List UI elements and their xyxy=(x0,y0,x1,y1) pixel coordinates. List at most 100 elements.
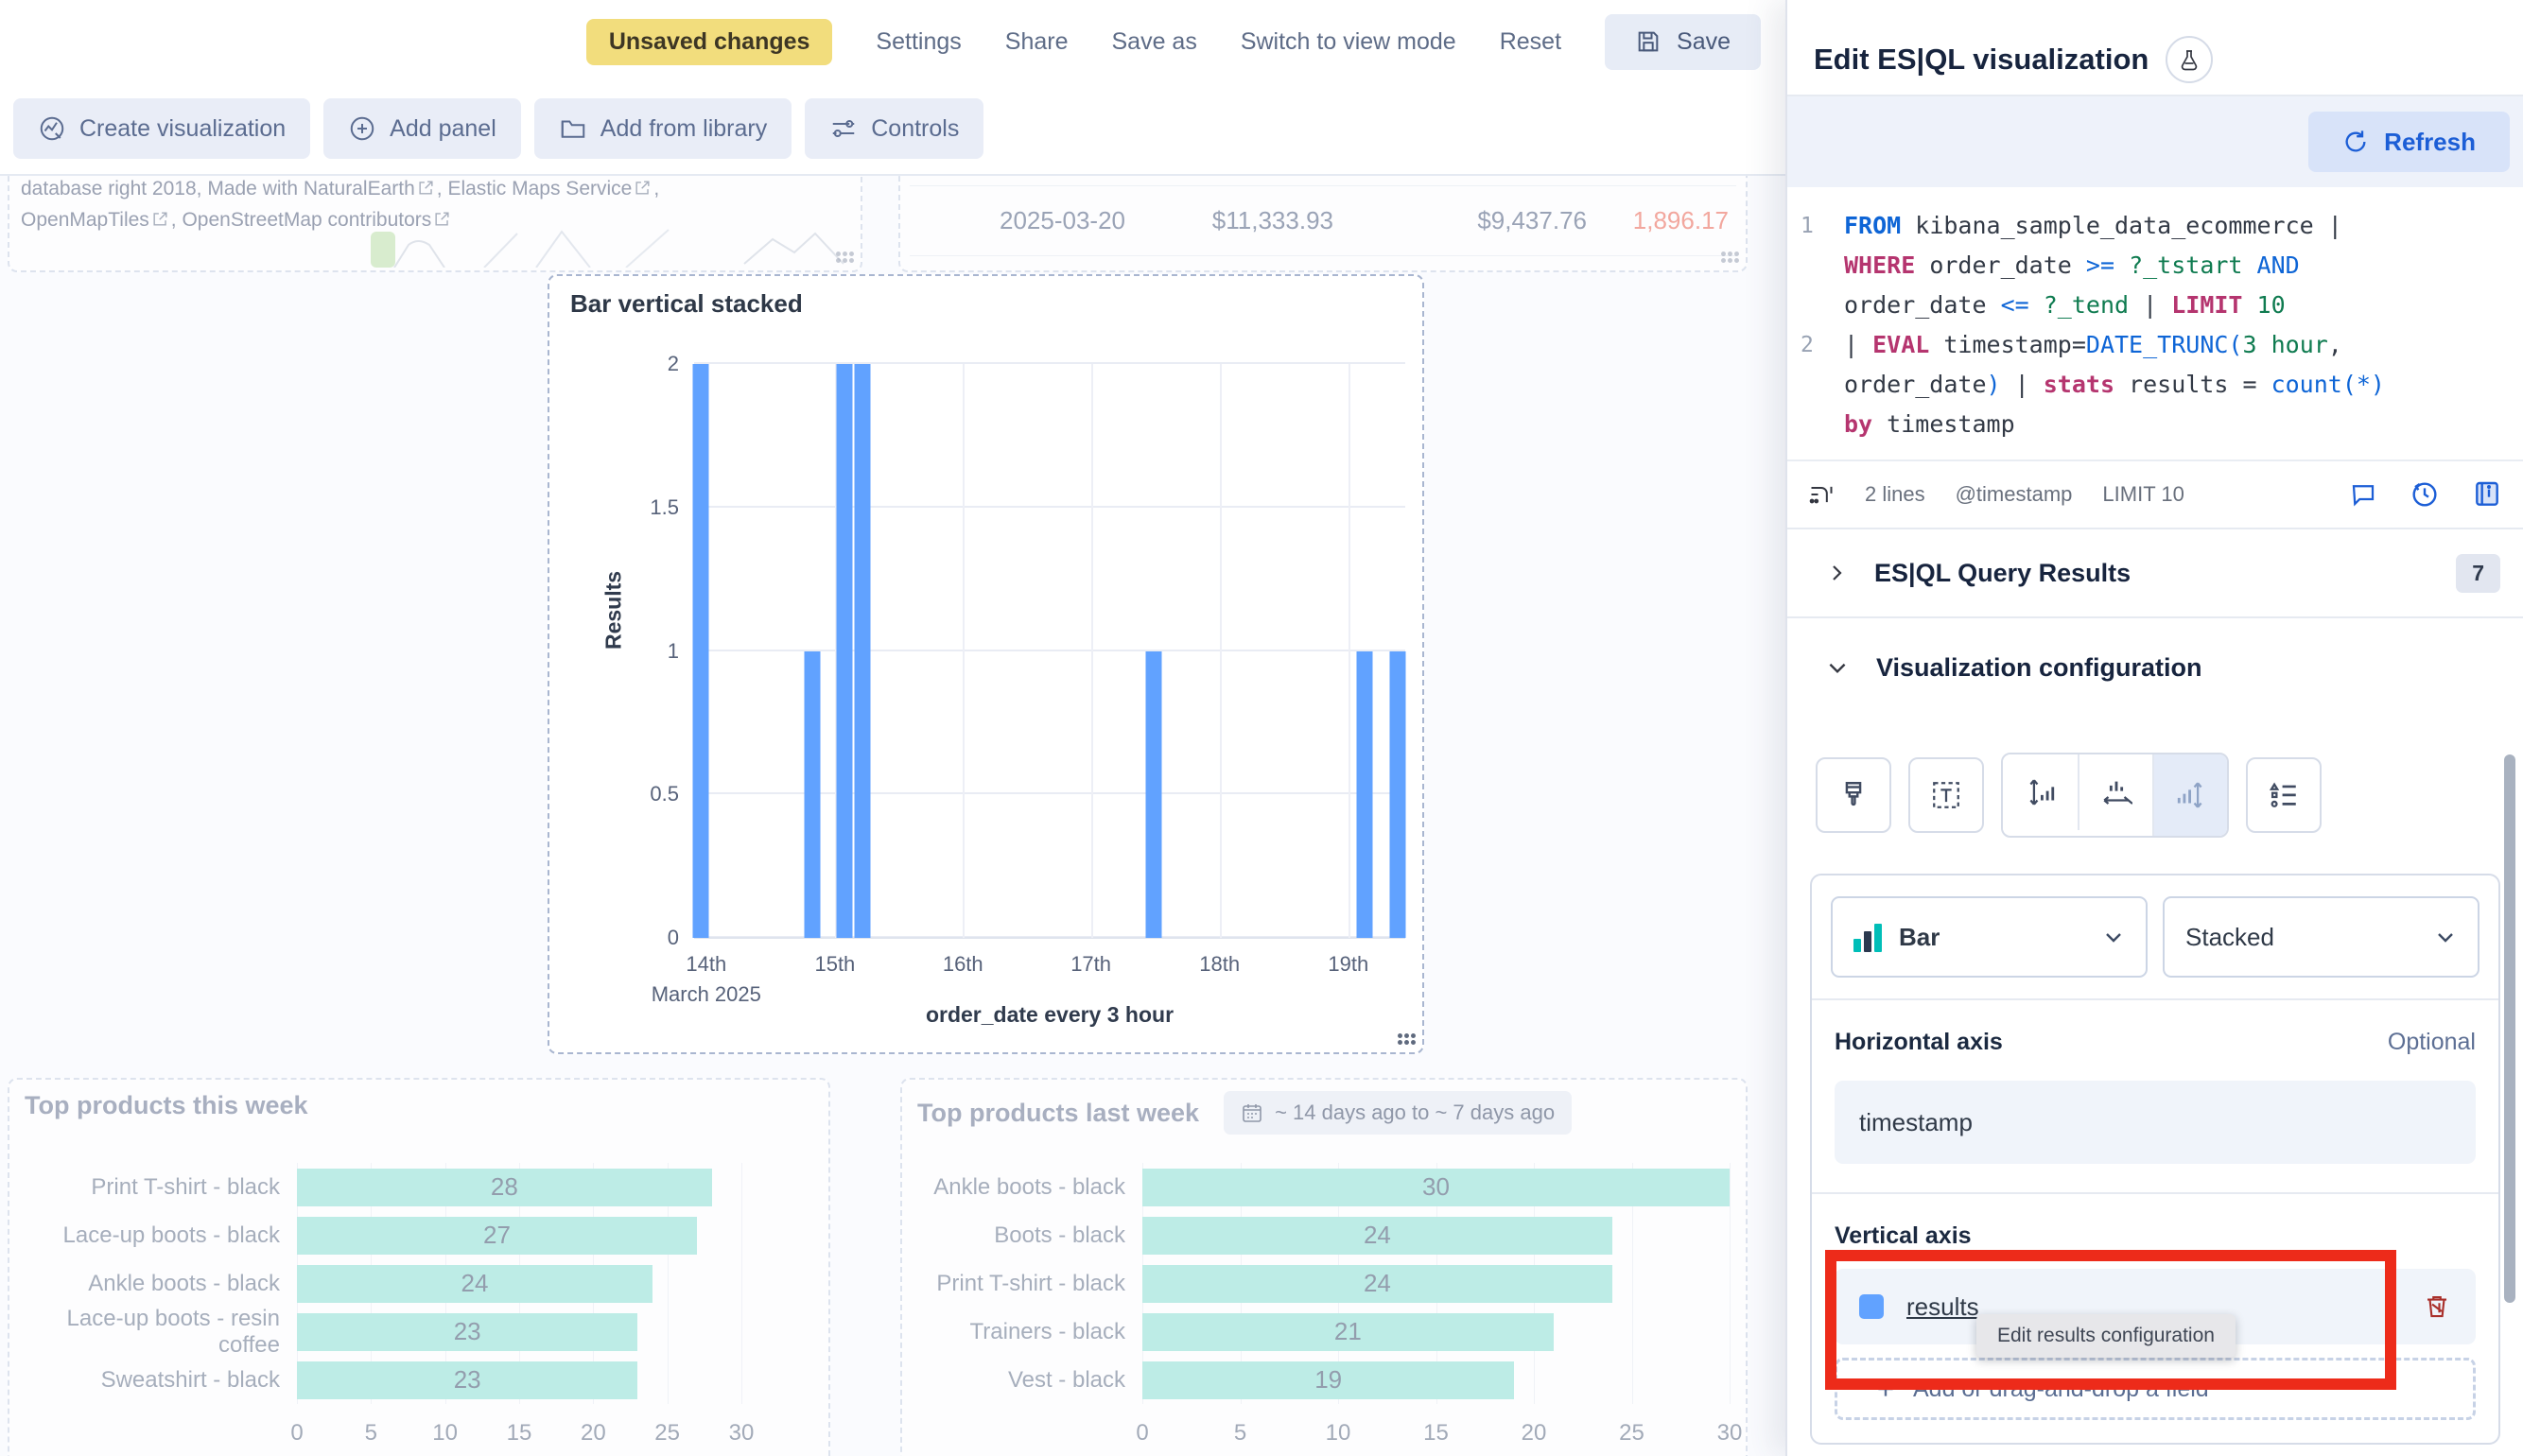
top-products-last-week-panel: Top products last week ~ 14 days ago to … xyxy=(900,1078,1748,1456)
bar-row: Trainers - black21 xyxy=(902,1308,1730,1356)
flyout-scrollbar-thumb[interactable] xyxy=(2504,754,2515,1303)
query-history-icon[interactable] xyxy=(2410,479,2440,510)
gridline xyxy=(963,364,965,938)
x-tick-label: 5 xyxy=(365,1420,377,1447)
titles-text-button[interactable] xyxy=(1908,757,1984,833)
value-label: 24 xyxy=(461,1269,489,1298)
x-tick-label: 30 xyxy=(729,1420,755,1447)
save-button[interactable]: Save xyxy=(1605,14,1761,70)
external-link-icon xyxy=(634,176,652,205)
bar: 24 xyxy=(1142,1265,1612,1303)
attribution-link[interactable]: OpenMapTiles xyxy=(21,209,149,231)
add-panel-icon xyxy=(348,114,376,143)
time-field: @timestamp xyxy=(1956,482,2073,507)
y-tick-label: 0 xyxy=(668,926,679,950)
gridline xyxy=(694,506,1405,508)
gridline xyxy=(694,650,1405,651)
add-field-button[interactable]: Add or drag-and-drop a field xyxy=(1835,1358,2476,1420)
code-line: by timestamp xyxy=(1801,405,2500,444)
panel-resize-handle[interactable] xyxy=(1397,1032,1416,1047)
value-label: 19 xyxy=(1314,1365,1342,1395)
attribution-text: database right 2018, xyxy=(21,178,207,199)
right-axis-icon xyxy=(2175,779,2207,811)
create-visualization-button[interactable]: Create visualization xyxy=(13,98,310,159)
text-style-icon xyxy=(1930,779,1962,811)
category-label: Boots - black xyxy=(902,1222,1142,1249)
category-label: Print T-shirt - black xyxy=(902,1271,1142,1297)
legend-icon xyxy=(2268,779,2300,811)
category-label: Ankle boots - black xyxy=(9,1271,297,1297)
map-preview xyxy=(342,226,861,268)
edit-esql-flyout: Edit ES|QL visualization Refresh 1FROM k… xyxy=(1785,0,2523,1456)
panel-title: Top products this week xyxy=(25,1091,308,1120)
bar-row: Lace-up boots - resin coffee23 xyxy=(9,1308,741,1356)
top-menu-item[interactable]: Reset xyxy=(1500,28,1561,56)
bar-row: Vest - black19 xyxy=(902,1356,1730,1404)
panel-resize-handle[interactable] xyxy=(835,251,854,265)
category-label: Lace-up boots - black xyxy=(9,1222,297,1249)
refresh-button[interactable]: Refresh xyxy=(2308,112,2510,172)
add-panel-button[interactable]: Add panel xyxy=(323,98,521,159)
line-count: 2 lines xyxy=(1865,482,1925,507)
appearance-brush-button[interactable] xyxy=(1816,757,1891,833)
x-tick-label: 15th xyxy=(814,949,855,979)
esql-query-editor[interactable]: 1FROM kibana_sample_data_ecommerce | WHE… xyxy=(1787,187,2523,459)
esql-icon xyxy=(1808,481,1835,508)
series-color-swatch xyxy=(1859,1294,1884,1319)
x-tick-label: 25 xyxy=(654,1420,680,1447)
value-label: 24 xyxy=(1364,1269,1391,1298)
add-from-library-button[interactable]: Add from library xyxy=(534,98,792,159)
top-menu-item[interactable]: Share xyxy=(1005,28,1069,56)
bar xyxy=(804,651,820,939)
panel-title: Top products last week xyxy=(917,1099,1199,1128)
stack-mode-select[interactable]: Stacked xyxy=(2163,896,2480,978)
x-tick-label: 18th xyxy=(1199,949,1240,979)
top-menu-item[interactable]: Settings xyxy=(876,28,961,56)
horizontal-axis-field[interactable]: timestamp xyxy=(1835,1081,2476,1164)
x-tick-label: 10 xyxy=(1326,1420,1351,1447)
flyout-title: Edit ES|QL visualization xyxy=(1814,43,2149,77)
esql-query-results-accordion[interactable]: ES|QL Query Results 7 xyxy=(1787,529,2523,616)
chevron-down-icon xyxy=(2434,926,2457,948)
results-field-link[interactable]: results xyxy=(1906,1292,1979,1322)
plus-icon xyxy=(1873,1377,1898,1401)
category-label: Ankle boots - black xyxy=(902,1174,1142,1201)
top-menu-item[interactable]: Save as xyxy=(1111,28,1196,56)
right-axis-button-selected[interactable] xyxy=(2152,754,2227,836)
editor-footer: 2 lines @timestamp LIMIT 10 xyxy=(1787,459,2523,528)
time-range-badge[interactable]: ~ 14 days ago to ~ 7 days ago xyxy=(1224,1091,1572,1135)
attribution-text: , xyxy=(437,178,448,199)
bar xyxy=(1145,651,1161,939)
refresh-icon xyxy=(2342,129,2369,155)
x-tick-label: 25 xyxy=(1619,1420,1644,1447)
chevron-down-icon xyxy=(2102,926,2125,948)
chart-type-select[interactable]: Bar xyxy=(1831,896,2148,978)
y-tick-label: 1.5 xyxy=(650,495,679,520)
bar: 30 xyxy=(1142,1169,1730,1206)
optional-label: Optional xyxy=(2388,1029,2476,1056)
save-icon xyxy=(1635,28,1662,55)
bar-row: Print T-shirt - black28 xyxy=(9,1163,741,1211)
value-label: 30 xyxy=(1422,1172,1450,1202)
top-menu-item[interactable]: Switch to view mode xyxy=(1241,28,1456,56)
left-axis-button[interactable] xyxy=(2003,754,2078,830)
attribution-link[interactable]: Elastic Maps Service xyxy=(447,178,632,199)
bar: 27 xyxy=(297,1217,697,1255)
code-line: 1FROM kibana_sample_data_ecommerce | xyxy=(1801,206,2500,246)
gridline xyxy=(694,362,1405,364)
table-cell: 2025-03-20 xyxy=(974,206,1125,235)
attribution-link[interactable]: Made with NaturalEarth xyxy=(207,178,414,199)
visualization-configuration-accordion[interactable]: Visualization configuration xyxy=(1787,618,2523,717)
feedback-comment-icon[interactable] xyxy=(2349,480,2377,509)
x-axis-ticks: 051015202530 xyxy=(297,1420,741,1456)
docs-reference-icon[interactable] xyxy=(2472,479,2502,510)
code-line: order_date) | stats results = count(*) xyxy=(1801,365,2500,405)
bottom-axis-button[interactable] xyxy=(2078,754,2152,830)
trash-icon[interactable] xyxy=(2423,1292,2451,1321)
panel-resize-handle[interactable] xyxy=(1720,251,1739,265)
bar-row: Sweatshirt - black23 xyxy=(9,1356,741,1404)
bar: 23 xyxy=(297,1361,637,1399)
gridline xyxy=(1220,364,1222,938)
controls-button[interactable]: Controls xyxy=(805,98,983,159)
legend-button[interactable] xyxy=(2246,757,2322,833)
